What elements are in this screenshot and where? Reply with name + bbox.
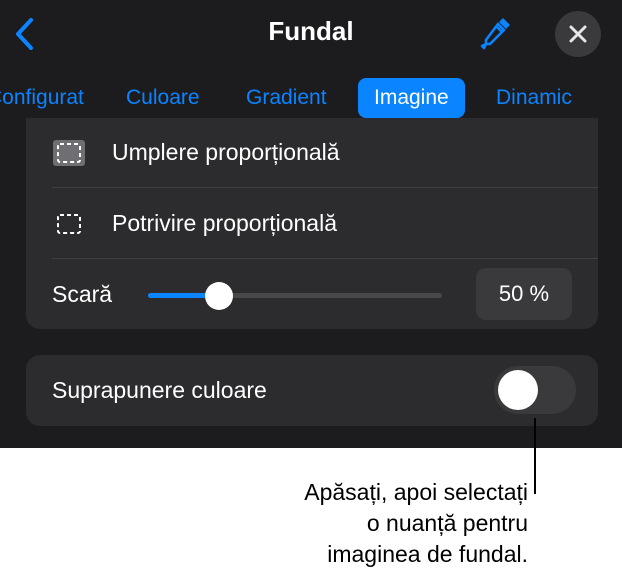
divider (52, 258, 598, 259)
tab-imagine[interactable]: Imagine (358, 78, 465, 118)
callout-line-2: o nuanță pentru (366, 510, 528, 536)
scale-value-field[interactable]: 50 % (476, 268, 572, 320)
color-overlay-toggle[interactable] (494, 366, 576, 414)
color-overlay-label: Suprapunere culoare (52, 377, 267, 403)
color-overlay-group: Suprapunere culoare (26, 355, 598, 426)
image-options-group: Umplere proporțională Potrivire proporți… (26, 118, 598, 329)
scale-slider-track[interactable] (148, 293, 442, 298)
tab-configurat[interactable]: Configurat (0, 78, 84, 118)
tab-bar: Configurat Culoare Gradient Imagine Dina… (0, 78, 622, 118)
tab-dinamic[interactable]: Dinamic (496, 78, 572, 118)
close-icon (569, 25, 587, 43)
callout-line-3: imaginea de fundal. (327, 541, 528, 567)
dashed-square-filled-icon (53, 140, 85, 166)
fill-option-label: Umplere proporțională (112, 139, 340, 165)
eyedropper-button[interactable] (478, 14, 514, 54)
toggle-knob (498, 370, 538, 410)
callout-text: Apăsați, apoi selectați o nuanță pentru … (304, 477, 528, 570)
fit-option-row[interactable]: Potrivire proporțională (26, 188, 598, 258)
tab-culoare[interactable]: Culoare (126, 78, 200, 118)
panel-title: Fundal (268, 16, 354, 46)
scale-slider-thumb[interactable] (204, 282, 233, 310)
close-button[interactable] (555, 11, 601, 57)
header-bar: Fundal (0, 0, 622, 68)
tab-gradient[interactable]: Gradient (246, 78, 327, 118)
fit-option-label: Potrivire proporțională (112, 210, 338, 236)
scale-label: Scară (52, 281, 113, 307)
eyedropper-icon (480, 18, 510, 50)
callout-leader-line (534, 418, 536, 494)
background-settings-panel: Fundal Configurat Culoare Gradient Imagi… (0, 0, 622, 448)
callout-line-1: Apăsați, apoi selectați (304, 479, 528, 505)
dashed-square-icon (57, 214, 81, 234)
fill-option-row[interactable]: Umplere proporțională (26, 118, 598, 187)
